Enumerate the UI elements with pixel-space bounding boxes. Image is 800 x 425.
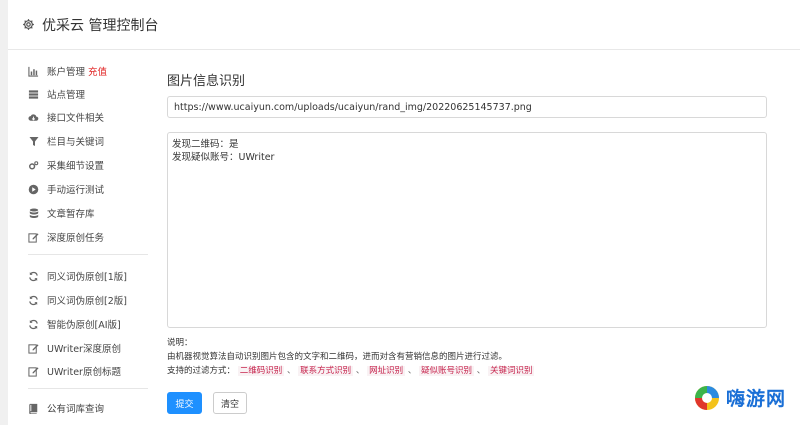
cogs-icon [28, 160, 39, 171]
filter-separator: 、 [286, 366, 296, 376]
cloud-download-icon [28, 112, 39, 123]
page-title: 图片信息识别 [167, 74, 246, 89]
sidebar-item-label: 文章暂存库 [47, 209, 95, 220]
refresh-icon [28, 295, 39, 306]
notes-label: 说明： [167, 338, 193, 348]
edit-icon [28, 232, 39, 243]
filter-tag-contact: 联系方式识别 [298, 366, 354, 376]
filter-tag-keyword: 关键词识别 [487, 366, 535, 376]
sidebar-item-ai-rewrite[interactable]: 智能伪原创[AI版] [28, 315, 121, 333]
sidebar-item-synonym-v1[interactable]: 同义词伪原创[1版] [28, 267, 127, 285]
filter-separator: 、 [407, 366, 417, 376]
instructions: 说明： 由机器视觉算法自动识别图片包含的文字和二维码，进而对含有营销信息的图片进… [167, 336, 787, 378]
sidebar-item-label: 接口文件相关 [47, 113, 105, 124]
sidebar-item-article-storage[interactable]: 文章暂存库 [28, 204, 95, 222]
filter-separator: 、 [476, 366, 486, 376]
bar-chart-icon [28, 66, 39, 77]
sidebar-item-synonym-v2[interactable]: 同义词伪原创[2版] [28, 291, 127, 309]
sidebar-item-label: 采集细节设置 [47, 161, 105, 172]
server-icon [28, 89, 39, 100]
filter-separator: 、 [355, 366, 365, 376]
filter-tag-qrcode: 二维码识别 [237, 366, 285, 376]
database-icon [28, 208, 39, 219]
result-line-account: 发现疑似账号：UWriter [172, 152, 275, 163]
sidebar-item-interface-files[interactable]: 接口文件相关 [28, 108, 104, 126]
filter-tag-url: 网址识别 [367, 366, 406, 376]
sidebar-item-label: 站点管理 [47, 90, 86, 101]
sidebar-item-label: 手动运行测试 [47, 185, 105, 196]
sidebar-item-label: 账户管理 [47, 67, 86, 78]
refresh-icon [28, 319, 39, 330]
watermark-logo-icon [694, 385, 720, 411]
sidebar-item-columns-keywords[interactable]: 栏目与关键词 [28, 132, 104, 150]
edit-icon [28, 366, 39, 377]
console-panel: 优采云 管理控制台 账户管理 充值 站点管理 接口文件相关 栏目与关键词 采集细… [8, 0, 800, 425]
notes-description: 由机器视觉算法自动识别图片包含的文字和二维码，进而对含有营销信息的图片进行过滤。 [167, 352, 508, 362]
sidebar-item-label: 同义词伪原创[2版] [47, 296, 127, 307]
sidebar-item-label: 智能伪原创[AI版] [47, 320, 121, 331]
console-title: 优采云 管理控制台 [42, 17, 159, 34]
sidebar-item-uwriter-deep[interactable]: UWriter深度原创 [28, 339, 121, 357]
sidebar-item-label: 深度原创任务 [47, 233, 105, 244]
filter-icon [28, 136, 39, 147]
sidebar-item-public-thesaurus[interactable]: 公有词库查询 [28, 399, 104, 417]
book-icon [28, 403, 39, 414]
header-bar: 优采云 管理控制台 [8, 0, 800, 50]
filter-tag-account: 疑似账号识别 [419, 366, 475, 376]
sidebar-item-account[interactable]: 账户管理 充值 [28, 62, 107, 80]
sidebar-item-collect-settings[interactable]: 采集细节设置 [28, 156, 104, 174]
sidebar-divider [28, 254, 148, 255]
sidebar-item-label: UWriter原创标题 [47, 367, 121, 378]
refresh-icon [28, 271, 39, 282]
sidebar-item-manual-run[interactable]: 手动运行测试 [28, 180, 104, 198]
sidebar-item-label: 公有词库查询 [47, 404, 105, 415]
filter-prefix: 支持的过滤方式： [167, 366, 236, 376]
sidebar-item-label: 栏目与关键词 [47, 137, 105, 148]
clear-button[interactable]: 清空 [213, 392, 247, 414]
sidebar-item-label: UWriter深度原创 [47, 344, 121, 355]
gear-icon [22, 18, 35, 31]
submit-button[interactable]: 提交 [167, 392, 202, 414]
image-url-input[interactable] [167, 96, 767, 118]
watermark-text: 嗨游网 [726, 388, 787, 410]
sidebar-item-sites[interactable]: 站点管理 [28, 85, 85, 103]
watermark: 嗨游网 [694, 384, 786, 411]
edit-icon [28, 343, 39, 354]
sidebar-item-deep-original-task[interactable]: 深度原创任务 [28, 228, 104, 246]
filter-methods: 支持的过滤方式： 二维码识别 、 联系方式识别 、 网址识别 、 疑似账号识别 … [167, 364, 787, 378]
sidebar-item-uwriter-title[interactable]: UWriter原创标题 [28, 362, 121, 380]
sidebar-divider [28, 388, 148, 389]
recognition-result-area[interactable]: 发现二维码：是 发现疑似账号：UWriter [167, 132, 767, 328]
result-line-qrcode: 发现二维码：是 [172, 139, 239, 150]
play-circle-icon [28, 184, 39, 195]
sidebar-item-label: 同义词伪原创[1版] [47, 272, 127, 283]
recharge-link[interactable]: 充值 [88, 64, 107, 78]
